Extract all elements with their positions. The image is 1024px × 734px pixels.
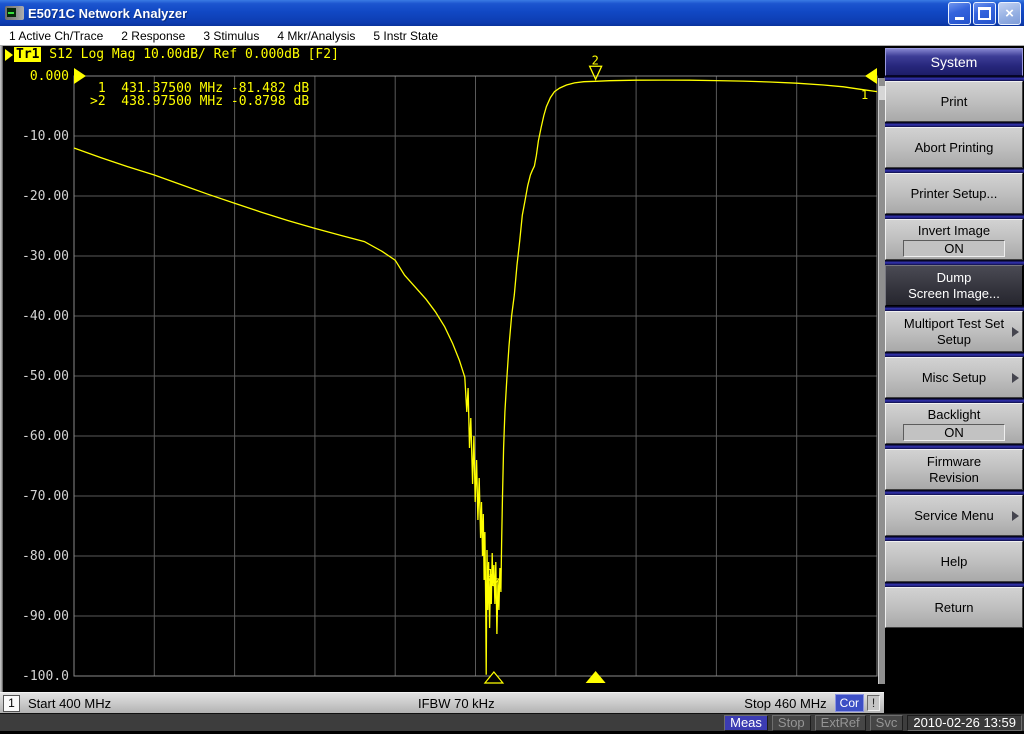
softkey-label: Misc Setup — [922, 370, 986, 386]
channel-number-badge: 1 — [3, 695, 20, 712]
trace-format-label: S12 Log Mag 10.00dB/ Ref 0.000dB [F2] — [41, 47, 338, 62]
instrument-screen: 0.000 -10.00 -20.00 -30.00 -40.00 -50.00 -60.0… — [0, 46, 1024, 692]
softkey-multiport-test-set-setup[interactable]: Multiport Test SetSetup — [885, 311, 1023, 352]
stop-frequency-label: Stop 460 MHz — [744, 696, 826, 711]
softkey-abort-printing[interactable]: Abort Printing — [885, 127, 1023, 168]
y-axis-tick-label: -70.00 — [22, 489, 69, 504]
minimize-button[interactable] — [948, 2, 971, 25]
marker-readout-row: >2 438.97500 MHz -0.8798 dB — [90, 94, 309, 109]
softkey-print[interactable]: Print — [885, 81, 1023, 122]
submenu-arrow-icon — [1012, 327, 1019, 337]
restore-button[interactable] — [973, 2, 996, 25]
softkey-scrollbar[interactable] — [878, 78, 885, 684]
window-frame-edge — [0, 46, 3, 692]
submenu-arrow-icon — [1012, 511, 1019, 521]
menu-4-mkr-analysis[interactable]: 4 Mkr/Analysis — [268, 29, 364, 43]
close-button[interactable]: × — [998, 2, 1021, 25]
softkey-return[interactable]: Return — [885, 587, 1023, 628]
y-axis-tick-label: -90.00 — [22, 609, 69, 624]
status-svc: Svc — [870, 715, 904, 731]
trace-end-number: 1 — [861, 88, 868, 102]
status-bar: Meas Stop ExtRef Svc 2010-02-26 13:59 — [0, 713, 1024, 731]
y-axis-tick-label: -60.00 — [22, 429, 69, 444]
restore-icon — [978, 7, 991, 20]
softkey-label: Dump — [937, 270, 972, 286]
channel-bar: 1 Start 400 MHz IFBW 70 kHz Stop 460 MHz… — [0, 692, 884, 713]
window-title: E5071C Network Analyzer — [28, 6, 946, 21]
softkey-label: Print — [941, 94, 968, 110]
softkey-firmware-revision[interactable]: FirmwareRevision — [885, 449, 1023, 490]
ifbw-label: IFBW 70 kHz — [418, 696, 495, 711]
softkey-label: Help — [941, 554, 968, 570]
status-datetime: 2010-02-26 13:59 — [907, 715, 1022, 731]
y-axis-tick-label: -10.00 — [22, 129, 69, 144]
y-axis-tick-label: -30.00 — [22, 249, 69, 264]
app-icon — [5, 6, 24, 20]
softkey-invert-image[interactable]: Invert ImageON — [885, 219, 1023, 260]
correction-badge: Cor — [835, 694, 864, 712]
alert-badge: ! — [867, 695, 880, 711]
submenu-arrow-icon — [1012, 373, 1019, 383]
softkey-label: Firmware — [927, 454, 981, 470]
softkey-printer-setup[interactable]: Printer Setup... — [885, 173, 1023, 214]
softkey-backlight[interactable]: BacklightON — [885, 403, 1023, 444]
softkey-label: Abort Printing — [915, 140, 994, 156]
trace-header: Tr1 S12 Log Mag 10.00dB/ Ref 0.000dB [F2… — [5, 47, 339, 62]
softkey-label: Return — [934, 600, 973, 616]
marker-1-stimulus-icon[interactable] — [485, 672, 503, 683]
softkey-label: Revision — [929, 470, 979, 486]
softkey-service-menu[interactable]: Service Menu — [885, 495, 1023, 536]
channel-status-row: 1 Start 400 MHz IFBW 70 kHz Stop 460 MHz… — [0, 692, 1024, 713]
menu-3-stimulus[interactable]: 3 Stimulus — [194, 29, 268, 43]
ref-level-marker-left-icon[interactable] — [74, 68, 86, 84]
y-axis-tick-label: -20.00 — [22, 189, 69, 204]
softkey-label: Printer Setup... — [911, 186, 998, 202]
marker-2-number: 2 — [592, 53, 599, 67]
softkey-label: Invert Image — [918, 223, 990, 239]
menu-2-response[interactable]: 2 Response — [112, 29, 194, 43]
active-trace-arrow-icon — [5, 49, 13, 61]
softkey-misc-setup[interactable]: Misc Setup — [885, 357, 1023, 398]
y-axis-tick-label: -40.00 — [22, 309, 69, 324]
softkey-menu-title: System — [885, 48, 1023, 76]
marker-1-number: 1 — [487, 567, 494, 580]
y-axis-tick-label: 0.000 — [30, 69, 69, 84]
menu-1-active-ch-trace[interactable]: 1 Active Ch/Trace — [0, 29, 112, 43]
y-axis-tick-label: -50.00 — [22, 369, 69, 384]
menu-bar: 1 Active Ch/Trace2 Response3 Stimulus4 M… — [0, 26, 1024, 46]
start-frequency-label: Start 400 MHz — [28, 696, 111, 711]
title-bar: E5071C Network Analyzer × — [0, 0, 1024, 26]
softkey-label: Backlight — [928, 407, 981, 423]
softkey-menu: System Print Abort Printing Printer Setup.… — [884, 46, 1024, 692]
trace-name-chip[interactable]: Tr1 — [14, 47, 41, 62]
marker-2-icon[interactable] — [590, 66, 602, 79]
softkey-value: ON — [903, 424, 1005, 441]
softkey-label: Setup — [937, 332, 971, 348]
status-extref: ExtRef — [815, 715, 866, 731]
status-meas: Meas — [724, 715, 768, 731]
minimize-icon — [955, 17, 964, 20]
softkey-label: Service Menu — [914, 508, 993, 524]
marker-2-stimulus-icon[interactable] — [586, 671, 606, 683]
status-stop: Stop — [772, 715, 811, 731]
close-icon: × — [1005, 6, 1014, 21]
y-axis-tick-label: -80.00 — [22, 549, 69, 564]
ref-level-marker-right-icon — [865, 68, 877, 84]
softkey-dump-screen-image[interactable]: DumpScreen Image... — [885, 265, 1023, 306]
softkey-label: Screen Image... — [908, 286, 1000, 302]
softkey-label: Multiport Test Set — [904, 316, 1004, 332]
chart-plot-area[interactable]: 0.000 -10.00 -20.00 -30.00 -40.00 -50.00 -60.0… — [0, 46, 884, 692]
menu-5-instr-state[interactable]: 5 Instr State — [364, 29, 447, 43]
softkey-value: ON — [903, 240, 1005, 257]
y-axis-tick-label: -100.0 — [22, 669, 69, 684]
softkey-help[interactable]: Help — [885, 541, 1023, 582]
